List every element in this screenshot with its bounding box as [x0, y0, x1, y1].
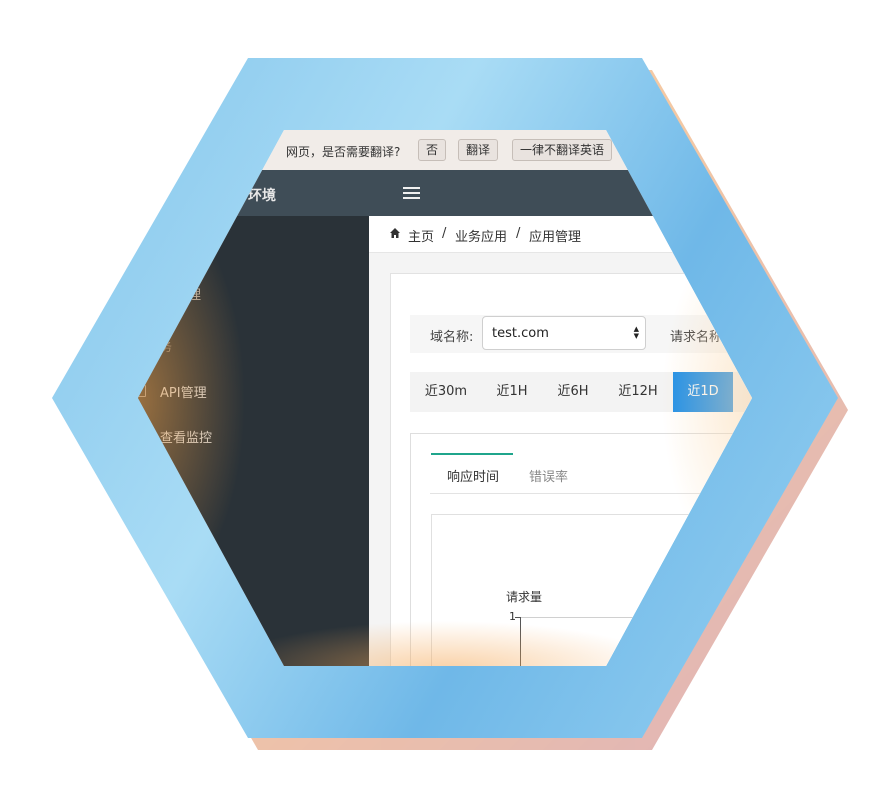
sidebar-item-api[interactable]: API管理 — [160, 382, 207, 401]
never-translate-button[interactable]: 一律不翻译英语 — [512, 139, 613, 161]
breadcrumb-separator: / — [442, 226, 447, 241]
range-6h-button[interactable]: 近6H — [543, 372, 603, 412]
no-translate-button[interactable]: 否 — [418, 139, 447, 161]
breadcrumb-separator: / — [516, 226, 521, 241]
range-30m-button[interactable]: 近30m — [416, 372, 476, 412]
hamburger-icon[interactable] — [403, 187, 420, 201]
tab-error-rate[interactable]: 错误率 — [529, 466, 568, 485]
active-tab-indicator — [431, 453, 513, 455]
domain-label: 域名称: — [430, 330, 474, 345]
tab-response-time[interactable]: 响应时间 — [447, 466, 499, 485]
request-name-label: 请求名称 — [670, 330, 723, 345]
range-1d-button[interactable]: 近1D — [673, 372, 733, 412]
range-1h-button[interactable]: 近1H — [482, 372, 542, 412]
domain-select-value: test.com — [492, 326, 549, 341]
breadcrumb-home[interactable]: 主页 — [408, 226, 434, 245]
y-axis-title: 请求量 — [506, 590, 543, 604]
select-arrows-icon: ▲ ▼ — [633, 325, 639, 340]
domain-select[interactable]: test.com ▲ ▼ — [482, 316, 646, 350]
sidebar-item-monitor[interactable]: 查看监控 — [160, 427, 212, 446]
home-icon[interactable] — [389, 227, 401, 239]
stage: 网页，是否需要翻译? 否 翻译 一律不翻译英语 环境 理 务 API管理 查看监… — [0, 0, 890, 798]
breadcrumb-business-apps[interactable]: 业务应用 — [455, 226, 507, 245]
range-12h-button[interactable]: 近12H — [608, 372, 668, 412]
translate-prompt: 网页，是否需要翻译? — [286, 145, 401, 159]
translate-button[interactable]: 翻译 — [458, 139, 499, 161]
breadcrumb-app-management: 应用管理 — [529, 230, 582, 245]
